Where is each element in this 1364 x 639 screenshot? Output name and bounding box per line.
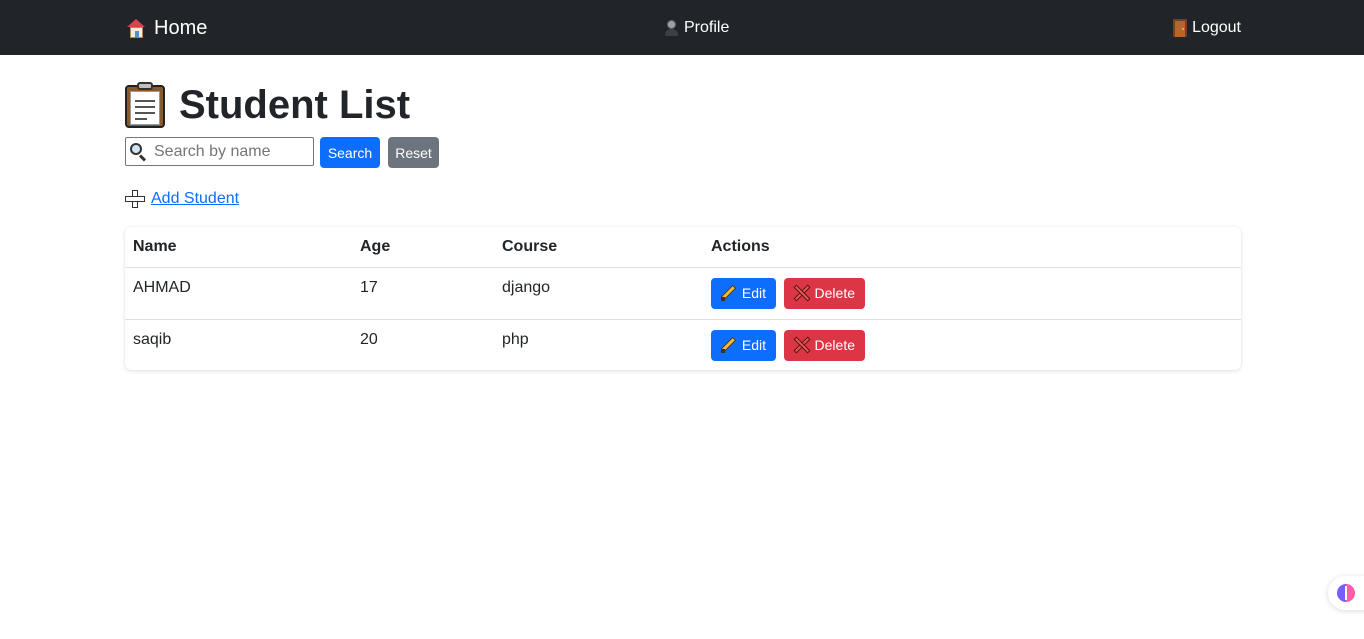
- home-link[interactable]: Home: [127, 14, 207, 42]
- cell-age: 17: [352, 267, 494, 320]
- table-header-row: Name Age Course Actions: [125, 227, 1241, 268]
- student-table-card: Name Age Course Actions AHMAD 17 django: [125, 227, 1241, 370]
- column-header-actions: Actions: [703, 227, 1241, 268]
- edit-button[interactable]: Edit: [711, 329, 776, 361]
- cell-age: 20: [360, 330, 378, 348]
- edit-button[interactable]: Edit: [711, 277, 776, 309]
- person-icon: [664, 20, 679, 36]
- cell-name: saqib: [133, 330, 172, 348]
- add-student-link[interactable]: Add Student: [125, 188, 239, 210]
- magnifier-icon: [130, 142, 148, 162]
- delete-button-label: Delete: [814, 285, 855, 301]
- search-field[interactable]: [125, 137, 314, 166]
- student-table: Name Age Course Actions AHMAD 17 django: [125, 227, 1241, 370]
- cell-actions: Edit Delete: [703, 319, 1241, 370]
- delete-button-label: Delete: [814, 337, 855, 353]
- table-row: AHMAD 17 django Edit Delete: [125, 267, 1241, 320]
- reset-button[interactable]: Reset: [388, 137, 439, 168]
- top-navbar: Home Profile Logout: [0, 0, 1364, 55]
- search-input[interactable]: [154, 142, 304, 161]
- edit-button-label: Edit: [741, 337, 766, 353]
- delete-button[interactable]: Delete: [784, 277, 865, 309]
- row-actions: Edit Delete: [711, 277, 1233, 309]
- edit-button-label: Edit: [741, 285, 766, 301]
- column-header-age: Age: [352, 227, 494, 268]
- logout-link[interactable]: Logout: [1173, 16, 1241, 40]
- home-link-label: Home: [154, 16, 208, 39]
- row-actions: Edit Delete: [711, 329, 1233, 361]
- profile-link-label: Profile: [684, 19, 730, 36]
- plus-icon: [125, 190, 145, 208]
- page-title: Student List: [125, 80, 410, 130]
- assistant-widget-button[interactable]: [1328, 576, 1364, 610]
- cross-icon: [793, 336, 811, 354]
- column-header-name: Name: [125, 227, 352, 268]
- cell-name: AHMAD: [125, 267, 352, 320]
- pencil-icon: [720, 336, 737, 353]
- cross-icon: [793, 284, 811, 302]
- column-header-course: Course: [494, 227, 703, 268]
- search-button[interactable]: Search: [320, 137, 380, 168]
- cell-course: php: [502, 330, 529, 348]
- logout-link-label: Logout: [1192, 19, 1241, 36]
- cell-course: django: [494, 267, 703, 320]
- door-icon: [1173, 19, 1188, 37]
- cell-actions: Edit Delete: [703, 267, 1241, 320]
- clipboard-icon: [125, 82, 165, 128]
- house-icon: [127, 18, 146, 38]
- pencil-icon: [720, 284, 737, 301]
- table-row: saqib 20 php Edit Delete: [125, 319, 1241, 370]
- add-student-label: Add Student: [151, 190, 240, 207]
- delete-button[interactable]: Delete: [784, 329, 865, 361]
- navbar-container: Home Profile Logout: [125, 0, 1241, 55]
- page-title-text: Student List: [179, 82, 411, 127]
- brain-icon: [1337, 584, 1355, 602]
- profile-link[interactable]: Profile: [664, 16, 729, 40]
